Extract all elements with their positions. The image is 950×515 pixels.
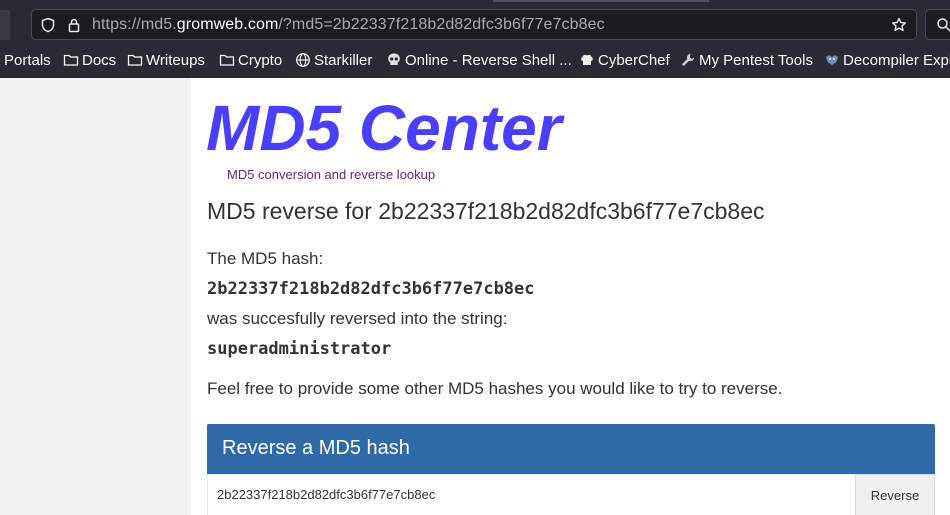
cta-text: Feel free to provide some other MD5 hash… — [207, 379, 783, 398]
bookmark-label: Crypto — [238, 52, 283, 69]
chef-hat-icon — [579, 52, 595, 68]
bookmark-decompiler[interactable]: Decompiler Explo — [824, 49, 950, 73]
lock-icon[interactable] — [66, 17, 82, 33]
hash-label: The MD5 hash: — [207, 249, 324, 268]
search-icon — [937, 18, 950, 32]
bookmark-starkiller[interactable]: Starkiller — [295, 49, 372, 73]
wrench-icon — [680, 52, 696, 68]
bookmark-portals[interactable]: Portals — [4, 49, 51, 73]
site-tagline: MD5 conversion and reverse lookup — [227, 167, 436, 182]
bookmark-label: Decompiler Explo — [843, 52, 950, 69]
shield-icon[interactable] — [40, 17, 56, 33]
url-prefix: https://md5. — [92, 16, 177, 33]
bookmark-docs[interactable]: Docs — [63, 49, 116, 73]
tab-strip-indicator — [493, 0, 709, 2]
folder-icon — [63, 52, 79, 68]
bookmark-writeups[interactable]: Writeups — [127, 49, 205, 73]
site-logo[interactable]: MD5 Center — [206, 86, 562, 170]
search-box[interactable] — [925, 9, 950, 40]
reversed-value: superadministrator — [207, 339, 392, 359]
reversed-label: was succesfully reversed into the string… — [207, 309, 508, 328]
url-text[interactable]: https://md5.gromweb.com/?md5=2b22337f218… — [92, 16, 605, 34]
bookmark-label: Portals — [4, 52, 51, 69]
bookmark-cyberchef[interactable]: CyberChef — [579, 49, 670, 73]
folder-icon — [127, 52, 143, 68]
bookmark-pentest-tools[interactable]: My Pentest Tools — [680, 49, 813, 73]
reverse-panel-header: Reverse a MD5 hash — [207, 424, 935, 474]
reverse-panel-title: Reverse a MD5 hash — [222, 437, 410, 459]
page-background: MD5 Center MD5 conversion and reverse lo… — [0, 78, 950, 515]
dragon-icon — [824, 52, 840, 68]
star-icon[interactable] — [891, 17, 907, 33]
bookmark-label: Writeups — [146, 52, 205, 69]
bookmark-label: Docs — [82, 52, 117, 69]
skull-icon — [386, 52, 402, 68]
main-content: MD5 Center MD5 conversion and reverse lo… — [191, 78, 950, 515]
bookmark-label: My Pentest Tools — [699, 52, 813, 69]
page-title: MD5 reverse for 2b22337f218b2d82dfc3b6f7… — [207, 198, 765, 224]
hash-value: 2b22337f218b2d82dfc3b6f77e7cb8ec — [207, 279, 535, 299]
bookmark-crypto[interactable]: Crypto — [219, 49, 282, 73]
url-suffix: /?md5=2b22337f218b2d82dfc3b6f77e7cb8ec — [278, 16, 605, 33]
bookmark-reverse-shell[interactable]: Online - Reverse Shell ... — [386, 49, 572, 73]
nav-button-edge[interactable] — [0, 10, 10, 40]
globe-icon — [295, 52, 311, 68]
bookmark-label: Online - Reverse Shell ... — [405, 52, 572, 69]
browser-toolbar: https://md5.gromweb.com/?md5=2b22337f218… — [0, 0, 950, 78]
url-domain: gromweb.com — [176, 16, 279, 33]
address-bar[interactable]: https://md5.gromweb.com/?md5=2b22337f218… — [31, 9, 917, 40]
bookmark-label: CyberChef — [598, 52, 670, 69]
bookmark-label: Starkiller — [314, 52, 373, 69]
bookmarks-bar: Portals Docs Writeups Crypto Starkiller … — [0, 49, 950, 73]
hash-input[interactable] — [207, 474, 855, 515]
folder-icon — [219, 52, 235, 68]
reverse-button[interactable]: Reverse — [855, 474, 935, 515]
